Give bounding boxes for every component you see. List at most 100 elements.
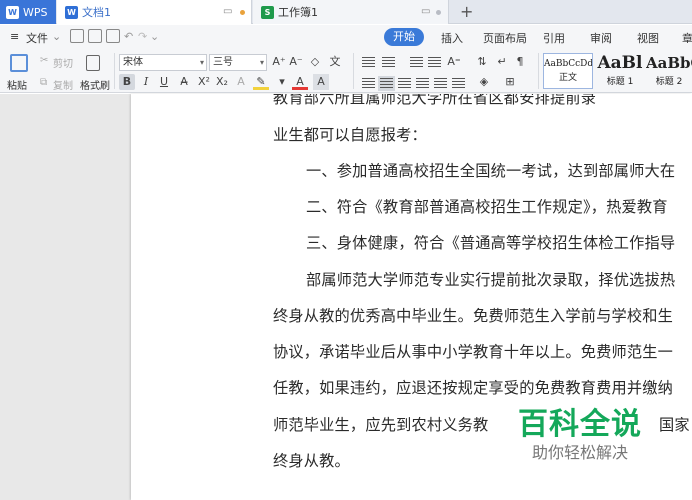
style-name: 标题 2 <box>655 77 683 87</box>
copy-button[interactable]: 复制 <box>53 77 73 92</box>
watermark-title: 百科全说 <box>515 408 645 442</box>
font-size-value: 三号 <box>213 57 233 68</box>
style-preview: AaBbCcDd <box>544 59 592 69</box>
decrease-indent-icon[interactable] <box>410 57 423 68</box>
ribbon-separator <box>353 53 354 89</box>
font-name-value: 宋体 <box>123 57 143 68</box>
numbered-list-icon[interactable] <box>382 57 395 68</box>
cut-button[interactable]: 剪切 <box>53 55 73 70</box>
increase-indent-icon[interactable] <box>428 57 441 68</box>
paragraph-line: 教育部六所直属师范大学所在省区都安排提前录 <box>273 94 597 107</box>
watermark-logo: 百科全说 助你轻松解决 <box>515 408 645 464</box>
add-tab-button[interactable]: + <box>460 2 473 21</box>
paragraph-line: 终身从教的优秀高中毕业生。免费师范生入学前与学校和生 <box>273 307 674 325</box>
style-name: 正文 <box>558 73 577 83</box>
undo-icon[interactable]: ↶ <box>124 30 133 43</box>
tab-wps-home[interactable]: W WPS <box>0 0 56 24</box>
decrease-font-icon[interactable]: A⁻ <box>288 54 304 70</box>
ribbon-tab-references[interactable]: 引用 <box>543 30 565 46</box>
chevron-down-icon[interactable]: ⌄ <box>52 30 61 43</box>
watermark-subtitle: 助你轻松解决 <box>531 443 628 462</box>
text-layout-icon[interactable]: ¶ <box>512 54 528 70</box>
ribbon-tab-home[interactable]: 开始 <box>384 28 424 46</box>
chevron-down-icon[interactable]: ▾ <box>274 74 290 90</box>
phonetic-guide-icon[interactable]: 文 <box>327 54 343 70</box>
highlight-icon[interactable]: ✎ <box>253 74 269 90</box>
file-menu[interactable]: 文件 <box>26 30 48 46</box>
ribbon-tab-view[interactable]: 视图 <box>637 30 659 46</box>
align-left-icon[interactable] <box>362 78 375 89</box>
text-effect-icon[interactable]: A <box>233 74 249 90</box>
menu-row: ≡ 文件 ⌄ ↶ ↷ ⌄ 开始 插入 页面布局 引用 审阅 视图 章 <box>0 25 692 49</box>
font-size-select[interactable]: 三号 ▾ <box>209 54 267 71</box>
writer-doc-icon: W <box>65 5 78 19</box>
ribbon-tab-insert[interactable]: 插入 <box>441 30 463 46</box>
style-normal[interactable]: AaBbCcDd 正文 <box>543 53 593 89</box>
tab-spreadsheet[interactable]: S 工作簿1 ▭ <box>253 0 449 24</box>
clear-format-icon[interactable]: ◇ <box>307 54 323 70</box>
paragraph-line: 业生都可以自愿报考： <box>273 126 427 144</box>
font-name-select[interactable]: 宋体 ▾ <box>119 54 207 71</box>
scissors-icon: ✂ <box>40 55 49 66</box>
paragraph-line: 二、符合《教育部普通高校招生工作规定》，热爱教育 <box>306 198 668 216</box>
show-marks-icon[interactable]: ↵ <box>494 54 510 70</box>
paragraph-line: 任教，如果违约，应退还按规定享受的免费教育费用并缴纳 <box>273 379 674 397</box>
paste-button[interactable]: 粘贴 <box>7 77 27 92</box>
ribbon-tab-page-layout[interactable]: 页面布局 <box>483 30 527 46</box>
align-right-icon[interactable] <box>398 78 411 89</box>
paragraph-line: 协议，承诺毕业后从事中小学教育十年以上。免费师范生一 <box>273 343 674 361</box>
bullet-list-icon[interactable] <box>362 57 375 68</box>
sort-icon[interactable]: ⇅ <box>474 54 490 70</box>
shading-fill-icon[interactable]: ◈ <box>476 74 492 90</box>
justify-icon[interactable] <box>416 78 429 89</box>
unsaved-dot-icon <box>240 10 245 15</box>
subscript-icon[interactable]: X₂ <box>214 74 230 90</box>
ribbon-tab-review[interactable]: 审阅 <box>590 30 612 46</box>
format-painter-icon[interactable] <box>86 55 100 71</box>
tab-monitor-icon[interactable]: ▭ <box>421 6 430 17</box>
tab-spreadsheet-label: 工作簿1 <box>278 6 318 19</box>
align-center-icon[interactable] <box>378 76 395 91</box>
redo-icon[interactable]: ↷ <box>138 30 147 43</box>
italic-icon[interactable]: I <box>138 74 154 90</box>
paragraph-line: 部属师范大学师范专业实行提前批次录取，择优选拔热 <box>306 271 676 289</box>
style-heading-1[interactable]: AaBl 标题 1 <box>596 53 644 89</box>
underline-icon[interactable]: U <box>156 74 172 90</box>
print-icon[interactable] <box>88 29 102 43</box>
paragraph-line: 三、身体健康，符合《普通高等学校招生体检工作指导 <box>306 234 676 252</box>
strikethrough-icon[interactable]: A̶ <box>176 74 192 90</box>
paragraph-line-tail: 国家 <box>659 416 690 434</box>
line-spacing-icon[interactable] <box>452 78 465 89</box>
save-icon[interactable] <box>70 29 84 43</box>
ribbon-tab-more[interactable]: 章 <box>682 30 692 46</box>
char-shading-icon[interactable]: A <box>313 74 329 90</box>
distributed-align-icon[interactable] <box>434 78 447 89</box>
hamburger-menu-icon[interactable]: ≡ <box>10 30 19 43</box>
print-preview-icon[interactable] <box>106 29 120 43</box>
format-painter-button[interactable]: 格式刷 <box>80 77 110 92</box>
quick-access-more-icon[interactable]: ⌄ <box>150 30 159 43</box>
tab-bar: W WPS W 文档1 ▭ S 工作簿1 ▭ + <box>0 0 692 24</box>
tab-document-label: 文档1 <box>82 6 111 19</box>
borders-icon[interactable]: ⊞ <box>502 74 518 90</box>
ribbon-separator <box>538 53 539 89</box>
chevron-down-icon: ▾ <box>259 58 264 67</box>
style-name: 标题 1 <box>606 77 634 87</box>
style-heading-2[interactable]: AaBbC 标题 2 <box>646 53 692 89</box>
paste-icon[interactable] <box>10 54 28 72</box>
chinese-layout-icon[interactable]: A⁼ <box>446 54 462 70</box>
bold-icon[interactable]: B <box>119 74 135 90</box>
paragraph-line: 师范毕业生，应先到农村义务教 <box>273 416 489 434</box>
font-color-icon[interactable]: A <box>292 74 308 90</box>
paragraph-line: 一、参加普通高校招生全国统一考试，达到部属师大在 <box>306 162 676 180</box>
superscript-icon[interactable]: X² <box>196 74 212 90</box>
style-preview: AaBl <box>597 53 643 73</box>
style-preview: AaBbC <box>646 54 692 72</box>
tab-document[interactable]: W 文档1 ▭ <box>57 0 252 24</box>
tab-status-dot-icon <box>436 10 441 15</box>
tab-wps-label: WPS <box>23 5 48 19</box>
ribbon-separator <box>114 53 115 89</box>
tab-monitor-icon[interactable]: ▭ <box>223 6 232 17</box>
increase-font-icon[interactable]: A⁺ <box>271 54 287 70</box>
spreadsheet-icon: S <box>261 5 274 19</box>
